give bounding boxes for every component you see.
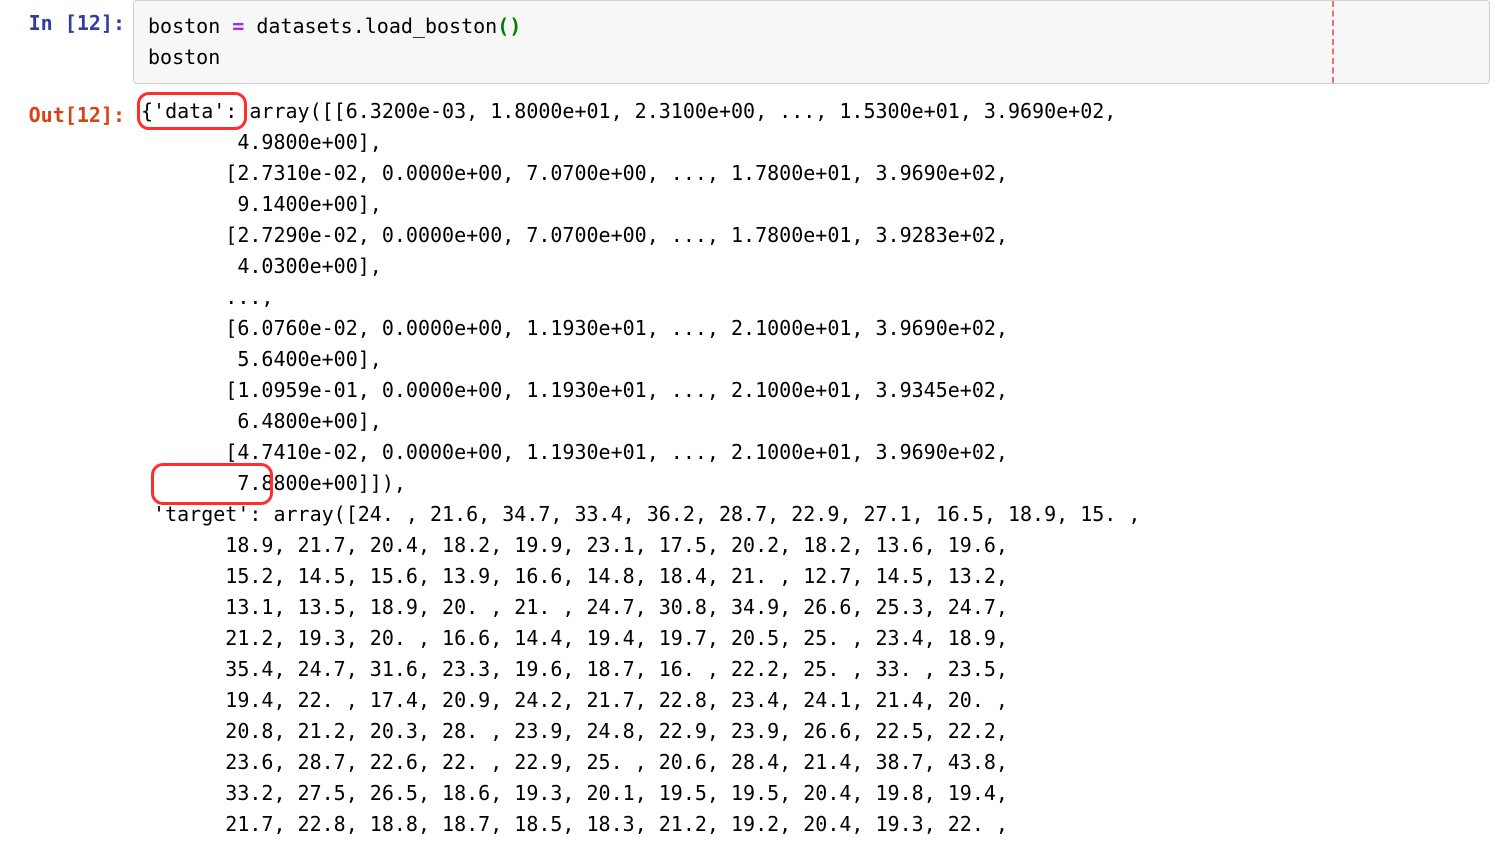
prompt-close-out: ]:: [101, 103, 125, 127]
code-line-2: boston: [148, 45, 220, 69]
exec-count: 12: [77, 11, 101, 35]
input-prompt: In [12]:: [0, 0, 133, 39]
input-cell: In [12]: boston = datasets.load_boston()…: [0, 0, 1500, 92]
code-content: boston = datasets.load_boston() boston: [134, 1, 1489, 83]
output-prompt: Out[12]:: [0, 92, 133, 131]
output-cell: Out[12]: {'data': array([[6.3200e-03, 1.…: [0, 92, 1500, 844]
output-text: {'data': array([[6.3200e-03, 1.8000e+01,…: [133, 92, 1490, 844]
exec-count-out: 12: [77, 103, 101, 127]
code-input-area[interactable]: boston = datasets.load_boston() boston: [133, 0, 1490, 84]
output-area: {'data': array([[6.3200e-03, 1.8000e+01,…: [133, 92, 1490, 844]
prompt-close-in: ]:: [101, 11, 125, 35]
out-prompt-open: Out[: [29, 103, 77, 127]
code-line-1: boston = datasets.load_boston(): [148, 14, 521, 38]
in-prompt-open: In [: [29, 11, 77, 35]
